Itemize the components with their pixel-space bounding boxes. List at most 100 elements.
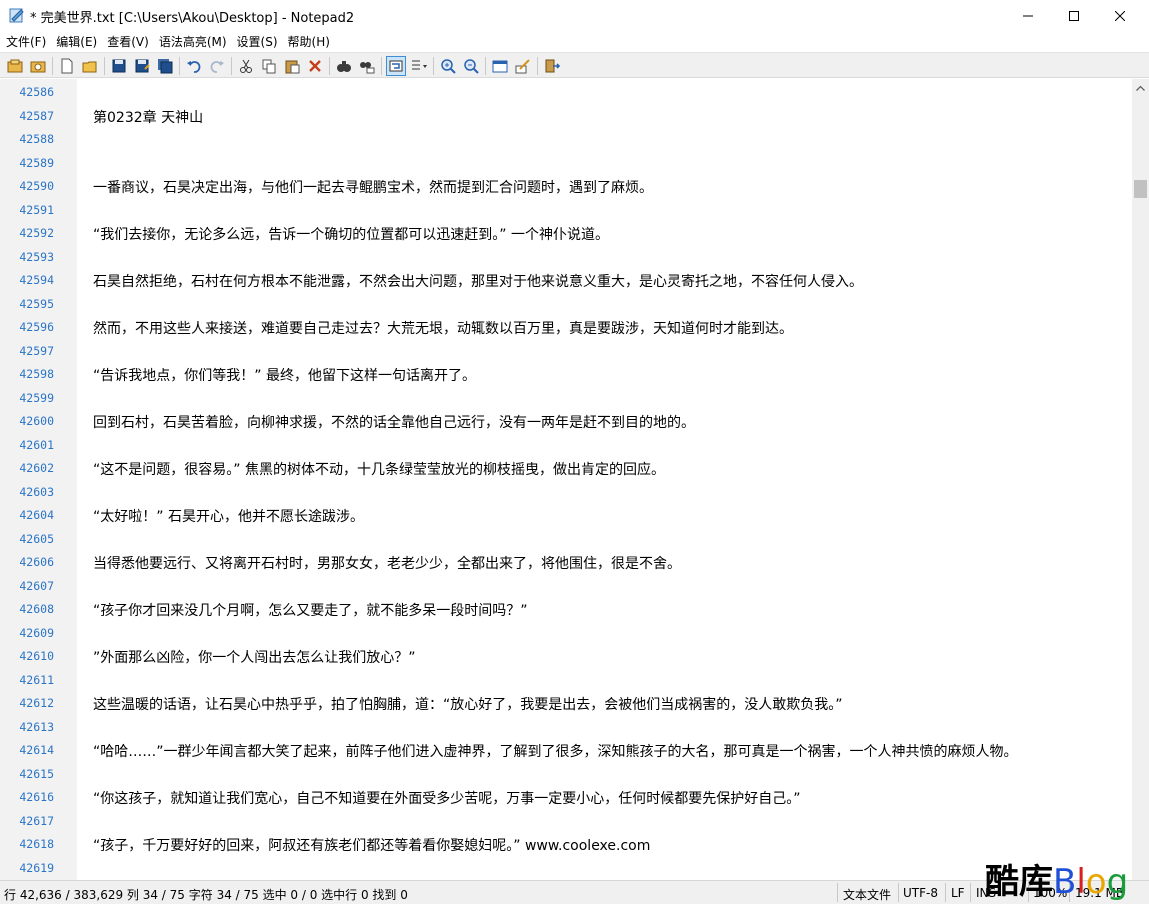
line-number: 42597 [19,343,54,358]
toolbar-separator [52,57,53,75]
scrollbar-thumb[interactable] [1134,180,1147,198]
status-line-ending[interactable]: LF [951,886,965,900]
menu-settings[interactable]: 设置(S) [233,33,282,50]
toolbar-separator [231,57,232,75]
customize-icon [515,59,530,74]
text-line[interactable]: 石昊自然拒绝，石村在何方根本不能泄露，不然会出大问题，那里对于他来说意义重大，是… [93,271,863,291]
zoom-out-button[interactable] [461,56,481,76]
copy-button[interactable] [259,56,279,76]
toolbar-separator [381,57,382,75]
text-line[interactable]: 回到石村，石昊苦着脸，向柳神求援，不然的话全靠他自己远行，没有一两年是赶不到目的… [93,412,695,432]
toolbar-separator [537,57,538,75]
watermark-g: g [1106,862,1129,902]
text-editor[interactable]: 42586 42587 第0232章 天神山 42588 42589 42590 一番商议，… [0,79,1149,880]
line-number: 42602 [19,461,54,475]
toolbar-separator [433,57,434,75]
notepad2-window: * 完美世界.txt [C:\Users\Akou\Desktop] - Not… [0,0,1149,904]
toolbar [0,52,1149,78]
text-line[interactable]: ”外面那么凶险，你一个人闯出去怎么让我们放心？” [93,647,416,667]
line-number: 42592 [19,226,54,240]
paste-button[interactable] [282,56,302,76]
status-divider [945,883,946,902]
undo-button[interactable] [184,56,204,76]
delete-icon [309,60,321,72]
line-number: 42601 [19,437,54,452]
text-line[interactable]: “孩子，千万要好好的回来，阿叔还有族老们都还等着看你娶媳妇呢。” www.coo… [93,835,650,855]
save-button[interactable] [109,56,129,76]
word-wrap-button[interactable] [386,56,406,76]
line-number: 42609 [19,625,54,640]
line-number: 42607 [19,578,54,593]
vertical-scrollbar[interactable] [1132,79,1149,880]
line-number: 42586 [19,85,54,99]
browse-button[interactable] [5,56,25,76]
line-number: 42593 [19,249,54,264]
find-button[interactable] [334,56,354,76]
save-copy-icon [158,59,173,74]
save-as-button[interactable] [132,56,152,76]
new-file-button[interactable] [57,56,77,76]
replace-button[interactable] [357,56,377,76]
menu-file[interactable]: 文件(F) [2,33,50,50]
line-number: 42594 [19,273,54,287]
status-divider [970,883,971,902]
line-number: 42613 [19,719,54,734]
text-line[interactable]: 这些温暖的话语，让石昊心中热乎乎，拍了怕胸脯，道：“放心好了，我要是出去，会被他… [93,694,843,714]
line-number: 42606 [19,555,54,569]
text-line[interactable]: 然而，不用这些人来接送，难道要自己走过去？大荒无垠，动辄数以百万里，真是要跋涉，… [93,318,793,338]
line-number: 42600 [19,414,54,428]
line-number: 42611 [19,672,54,687]
line-number: 42596 [19,320,54,334]
text-line[interactable]: “太好啦！” 石昊开心，他并不愿长途跋涉。 [93,506,364,526]
copy-icon [262,59,276,74]
text-line[interactable]: “我们去接你，无论多么远，告诉一个确切的位置都可以迅速赶到。” 一个神仆说道。 [93,224,609,244]
scheme-config-button[interactable] [490,56,510,76]
scheme-dropdown-button[interactable] [409,56,429,76]
browse-icon [7,59,23,73]
scroll-up-button[interactable] [1132,79,1149,96]
save-copy-button[interactable] [155,56,175,76]
status-encoding[interactable]: UTF-8 [903,886,938,900]
text-line[interactable]: “哈哈……”一群少年闻言都大笑了起来，前阵子他们进入虚神界，了解到了很多，深知熊… [93,741,1018,761]
text-line[interactable]: “这不是问题，很容易。” 焦黑的树体不动，十几条绿莹莹放光的柳枝摇曳，做出肯定的… [93,459,665,479]
notepad2-app-icon[interactable] [8,7,25,24]
text-line[interactable]: “告诉我地点，你们等我！” 最终，他留下这样一句话离开了。 [93,365,476,385]
line-number: 42605 [19,531,54,546]
customize-button[interactable] [513,56,533,76]
maximize-icon [1069,10,1079,21]
menu-help[interactable]: 帮助(H) [284,33,334,50]
line-number: 42598 [19,367,54,381]
status-file-type[interactable]: 文本文件 [843,886,891,903]
watermark-l: l [1076,862,1086,902]
text-line[interactable]: “孩子你才回来没几个月啊，怎么又要走了，就不能多呆一段时间吗？” [93,600,528,620]
close-icon [1115,10,1125,21]
text-line[interactable]: “你这孩子，就知道让我们宽心，自己不知道要在外面受多少苦呢，万事一定要小心，任何… [93,788,801,808]
paste-icon [285,60,300,74]
watermark-o: o [1085,862,1107,902]
line-number: 42604 [19,508,54,522]
menu-syntax[interactable]: 语法高亮(M) [155,33,231,50]
maximize-button[interactable] [1051,0,1097,31]
exit-button[interactable] [542,56,562,76]
open-file-icon [82,61,97,73]
text-line[interactable]: 第0232章 天神山 [93,107,203,127]
menu-view[interactable]: 查看(V) [103,33,153,50]
minimize-button[interactable] [1005,0,1051,31]
open-file-button[interactable] [80,56,100,76]
favorites-button[interactable] [28,56,48,76]
delete-button[interactable] [305,56,325,76]
line-number: 42595 [19,296,54,311]
zoom-in-button[interactable] [438,56,458,76]
new-file-icon [61,58,73,74]
text-line[interactable]: 一番商议，石昊决定出海，与他们一起去寻鲲鹏宝术，然而提到汇合问题时，遇到了麻烦。 [93,177,653,197]
window-title: * 完美世界.txt [C:\Users\Akou\Desktop] - Not… [30,11,355,26]
cut-button[interactable] [236,56,256,76]
title-bar: * 完美世界.txt [C:\Users\Akou\Desktop] - Not… [0,0,1149,31]
cut-icon [240,59,252,73]
line-number: 42591 [19,202,54,217]
menu-edit[interactable]: 编辑(E) [52,33,101,50]
favorites-icon [30,61,46,73]
text-line[interactable]: 当得悉他要远行、又将离开石村时，男那女女，老老少少，全都出来了，将他围住，很是不… [93,553,681,573]
redo-button[interactable] [207,56,227,76]
close-button[interactable] [1097,0,1143,31]
